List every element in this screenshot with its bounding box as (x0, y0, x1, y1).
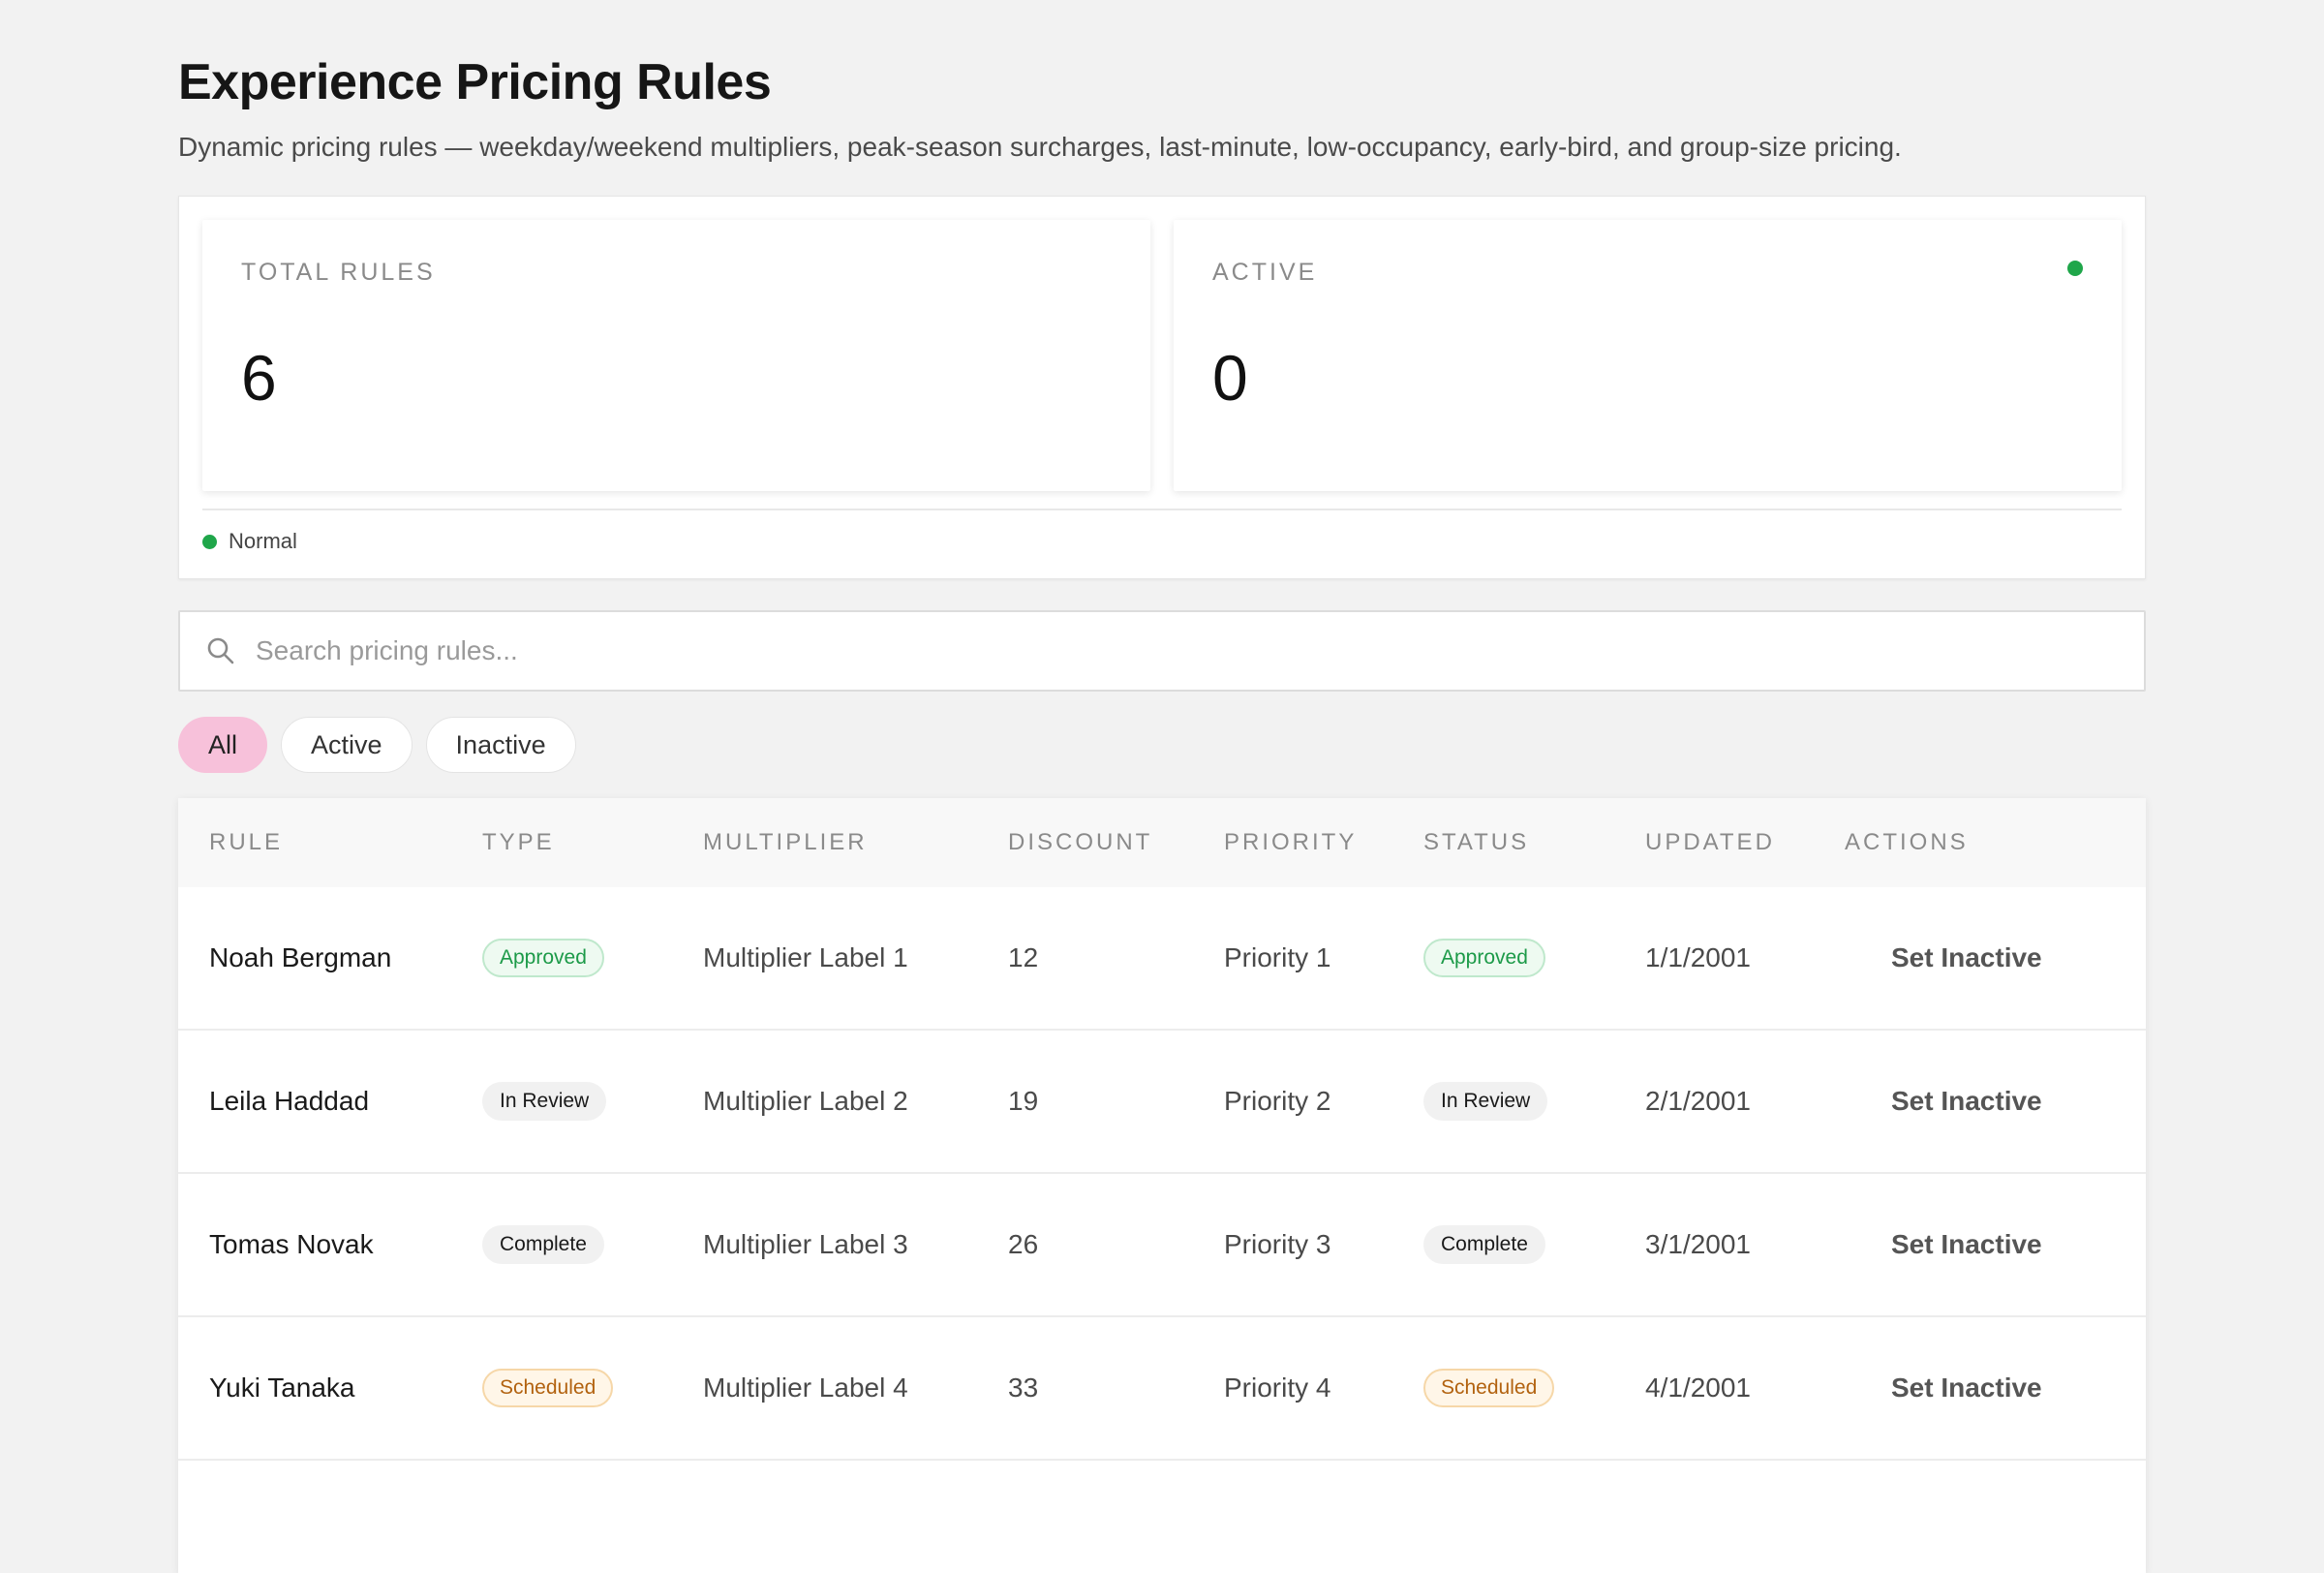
column-header-status[interactable]: STATUS (1423, 829, 1645, 856)
pricing-rules-page: Experience Pricing Rules Dynamic pricing… (178, 50, 2146, 1573)
status-badge: Scheduled (1423, 1369, 1555, 1407)
search-input[interactable] (256, 622, 2144, 680)
total-rules-label: TOTAL RULES (241, 259, 436, 286)
type-cell: In Review (482, 1082, 703, 1121)
type-cell: Scheduled (482, 1369, 703, 1407)
priority-cell: Priority 4 (1224, 1373, 1331, 1403)
rule-name: Tomas Novak (209, 1229, 374, 1259)
column-header-rule[interactable]: RULE (209, 829, 482, 856)
type-badge: Scheduled (482, 1369, 614, 1407)
status-cell: Approved (1423, 939, 1645, 977)
status-cell: In Review (1423, 1082, 1645, 1121)
status-dot-icon (202, 534, 217, 549)
filter-all[interactable]: All (178, 717, 268, 773)
column-header-multiplier[interactable]: MULTIPLIER (703, 829, 1008, 856)
page-subtitle: Dynamic pricing rules — weekday/weekend … (178, 132, 1902, 162)
search-icon (203, 633, 238, 668)
status-indicator-dot (2067, 261, 2083, 276)
updated-cell: 3/1/2001 (1645, 1229, 1751, 1259)
status-cell: Scheduled (1423, 1369, 1645, 1407)
updated-cell: 1/1/2001 (1645, 942, 1751, 972)
active-rules-value: 0 (1212, 342, 1248, 414)
discount-cell: 26 (1008, 1229, 1039, 1259)
discount-cell: 19 (1008, 1086, 1039, 1116)
updated-cell: 4/1/2001 (1645, 1373, 1751, 1403)
status-text: Normal (229, 529, 297, 553)
status-badge: Complete (1423, 1225, 1545, 1264)
status-filters: All Active Inactive (178, 717, 2146, 773)
multiplier-cell: Multiplier Label 4 (703, 1373, 908, 1403)
set-inactive-button[interactable]: Set Inactive (1891, 1229, 2042, 1260)
updated-cell: 2/1/2001 (1645, 1086, 1751, 1116)
filter-active[interactable]: Active (281, 717, 413, 773)
page-title: Experience Pricing Rules (178, 54, 772, 110)
system-status: Normal (202, 510, 2122, 572)
type-cell: Complete (482, 1225, 703, 1264)
type-badge: Approved (482, 939, 604, 977)
priority-cell: Priority 1 (1224, 942, 1331, 972)
column-header-updated[interactable]: UPDATED (1645, 829, 1845, 856)
discount-cell: 33 (1008, 1373, 1039, 1403)
active-rules-card: ACTIVE 0 (1174, 220, 2122, 491)
set-inactive-button[interactable]: Set Inactive (1891, 942, 2042, 973)
set-inactive-button[interactable]: Set Inactive (1891, 1086, 2042, 1117)
column-header-actions: ACTIONS (1845, 829, 1969, 855)
rule-name: Noah Bergman (209, 942, 392, 972)
multiplier-cell: Multiplier Label 2 (703, 1086, 908, 1116)
status-cell: Complete (1423, 1225, 1645, 1264)
rule-name: Yuki Tanaka (209, 1373, 355, 1403)
column-header-type[interactable]: TYPE (482, 829, 703, 856)
stats-panel: TOTAL RULES 6 ACTIVE 0 Normal (178, 196, 2146, 579)
discount-cell: 12 (1008, 942, 1039, 972)
search-bar[interactable] (178, 610, 2146, 692)
pricing-rules-table: RULE TYPE MULTIPLIER DISCOUNT PRIORITY S… (178, 798, 2146, 1573)
column-header-priority[interactable]: PRIORITY (1224, 829, 1423, 856)
type-badge: In Review (482, 1082, 607, 1121)
table-row[interactable]: Noah Bergman Approved Multiplier Label 1… (178, 887, 2146, 1031)
filter-inactive[interactable]: Inactive (425, 717, 576, 773)
total-rules-card: TOTAL RULES 6 (202, 220, 1150, 491)
priority-cell: Priority 3 (1224, 1229, 1331, 1259)
active-rules-label: ACTIVE (1212, 259, 1318, 286)
set-inactive-button[interactable]: Set Inactive (1891, 1373, 2042, 1403)
type-badge: Complete (482, 1225, 604, 1264)
table-row[interactable]: Yuki Tanaka Scheduled Multiplier Label 4… (178, 1317, 2146, 1461)
rule-name: Leila Haddad (209, 1086, 370, 1116)
table-row[interactable]: Tomas Novak Complete Multiplier Label 3 … (178, 1174, 2146, 1317)
stat-cards: TOTAL RULES 6 ACTIVE 0 (202, 220, 2122, 491)
priority-cell: Priority 2 (1224, 1086, 1331, 1116)
table-header: RULE TYPE MULTIPLIER DISCOUNT PRIORITY S… (178, 798, 2146, 887)
type-cell: Approved (482, 939, 703, 977)
table-row[interactable]: Leila Haddad In Review Multiplier Label … (178, 1031, 2146, 1174)
multiplier-cell: Multiplier Label 1 (703, 942, 908, 972)
status-badge: In Review (1423, 1082, 1548, 1121)
status-badge: Approved (1423, 939, 1545, 977)
column-header-discount[interactable]: DISCOUNT (1008, 829, 1224, 856)
total-rules-value: 6 (241, 342, 277, 414)
multiplier-cell: Multiplier Label 3 (703, 1229, 908, 1259)
